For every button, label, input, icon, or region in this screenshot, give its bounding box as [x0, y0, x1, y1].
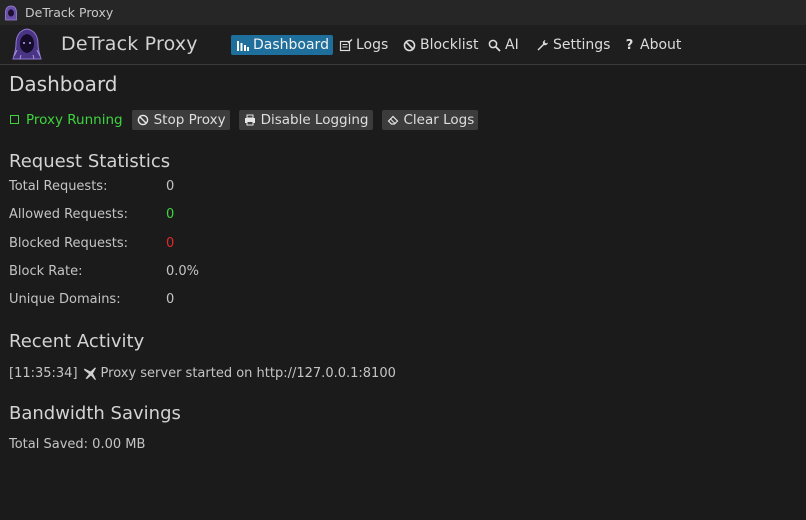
bandwidth-savings-title: Bandwidth Savings — [9, 403, 181, 424]
page-title: Dashboard — [9, 72, 118, 96]
tab-ai-label: AI — [505, 37, 519, 53]
eraser-icon — [387, 113, 400, 126]
block-icon — [402, 38, 417, 52]
request-statistics-title: Request Statistics — [9, 151, 171, 172]
stat-unique-domains-value: 0 — [166, 292, 175, 307]
logs-icon — [338, 38, 353, 52]
proxy-status-label: Proxy Running — [26, 111, 123, 128]
stop-icon — [137, 113, 150, 126]
tab-about[interactable]: ? About — [618, 35, 685, 55]
search-icon — [487, 38, 502, 52]
question-icon: ? — [625, 37, 634, 53]
activity-message: Proxy server started on http://127.0.0.1… — [100, 366, 396, 381]
plane-icon — [83, 367, 97, 381]
stat-block-rate-value: 0.0% — [166, 264, 200, 279]
stat-blocked-requests-label: Blocked Requests: — [9, 236, 129, 251]
app-icon — [4, 5, 18, 21]
tab-dashboard[interactable]: Dashboard — [231, 35, 333, 55]
stat-unique-domains-label: Unique Domains: — [9, 292, 121, 307]
stop-proxy-label: Stop Proxy — [153, 111, 226, 128]
bar-chart-icon — [235, 38, 250, 52]
tab-settings[interactable]: Settings — [531, 35, 614, 55]
activity-timestamp: [11:35:34] — [9, 366, 78, 381]
wrench-icon — [535, 38, 550, 52]
stat-total-requests-value: 0 — [166, 179, 175, 194]
proxy-status: Proxy Running — [10, 112, 123, 128]
hooded-figure-logo-icon — [11, 28, 43, 60]
tab-blocklist[interactable]: Blocklist — [398, 35, 482, 55]
tab-about-label: About — [640, 37, 682, 53]
tab-ai[interactable]: AI — [483, 35, 523, 55]
window-title: DeTrack Proxy — [25, 5, 114, 20]
tab-logs[interactable]: Logs — [334, 35, 392, 55]
printer-icon — [244, 113, 257, 126]
clear-logs-button[interactable]: Clear Logs — [381, 109, 479, 130]
stat-block-rate-label: Block Rate: — [9, 264, 83, 279]
stop-proxy-button[interactable]: Stop Proxy — [131, 109, 230, 130]
tab-blocklist-label: Blocklist — [420, 37, 479, 53]
clear-logs-label: Clear Logs — [403, 111, 475, 128]
proxy-controls: Proxy Running Stop Proxy Disable Logging — [10, 109, 487, 130]
recent-activity-title: Recent Activity — [9, 331, 145, 352]
stat-total-requests-label: Total Requests: — [9, 179, 108, 194]
disable-logging-button[interactable]: Disable Logging — [238, 109, 373, 130]
status-square-icon — [10, 115, 19, 124]
total-saved: Total Saved: 0.00 MB — [9, 437, 146, 452]
tab-settings-label: Settings — [553, 37, 611, 53]
tab-logs-label: Logs — [356, 37, 389, 53]
stat-allowed-requests-value: 0 — [166, 207, 175, 222]
window-titlebar: DeTrack Proxy — [0, 0, 806, 25]
stat-blocked-requests-value: 0 — [166, 236, 175, 251]
app-header: DeTrack Proxy Dashboard Logs Blocklist A… — [0, 25, 806, 65]
disable-logging-label: Disable Logging — [260, 111, 369, 128]
app-title: DeTrack Proxy — [61, 33, 198, 55]
tab-dashboard-label: Dashboard — [253, 37, 329, 53]
stat-allowed-requests-label: Allowed Requests: — [9, 207, 129, 222]
activity-entry: [11:35:34] Proxy server started on http:… — [9, 366, 396, 381]
